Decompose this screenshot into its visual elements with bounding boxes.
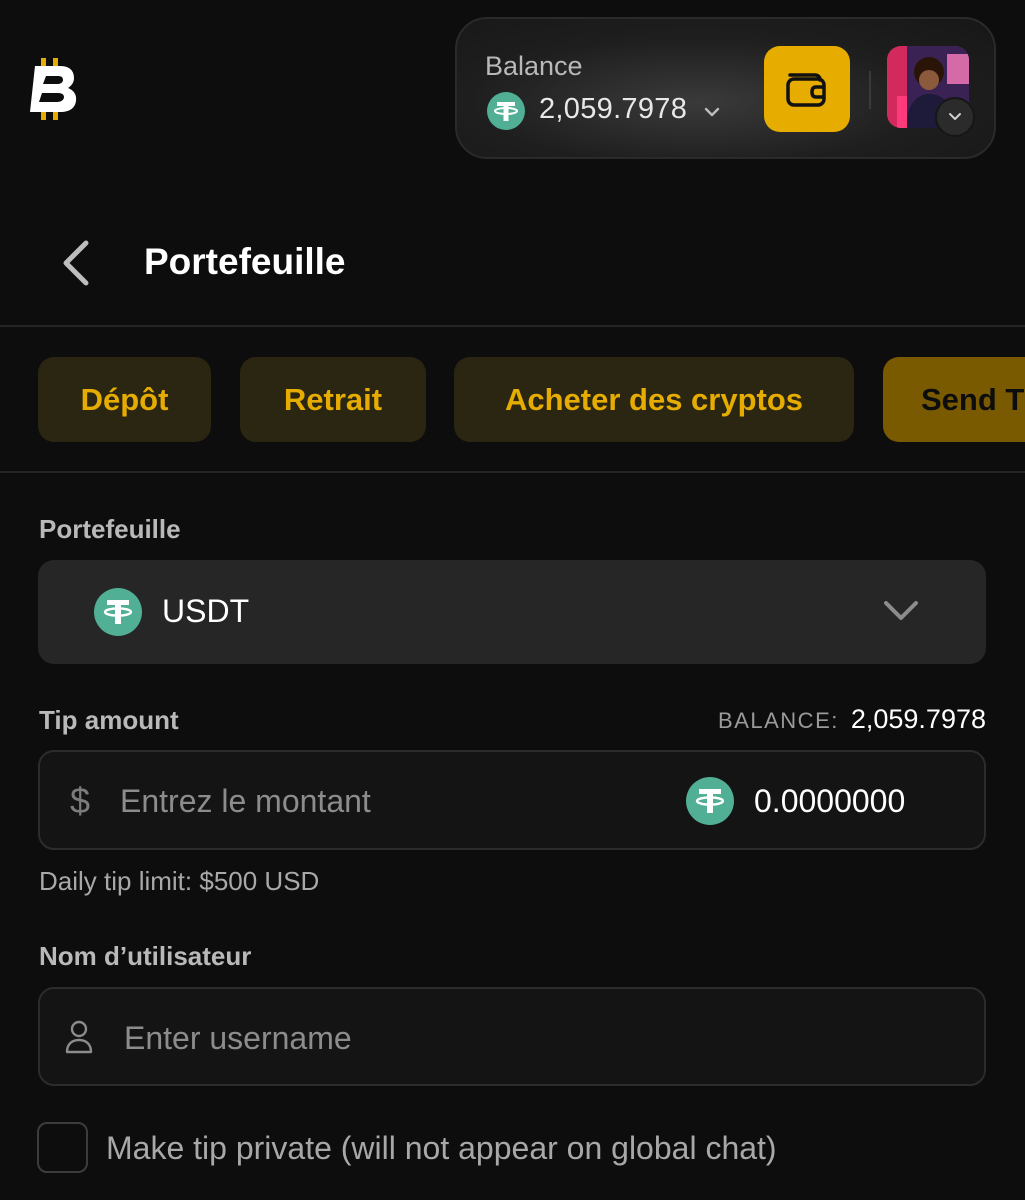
wallet-label: Portefeuille: [39, 514, 181, 544]
tab-send-tip[interactable]: Send T: [883, 357, 1025, 442]
private-tip-label[interactable]: Make tip private (will not appear on glo…: [106, 1130, 777, 1167]
balance-label: Balance: [485, 51, 583, 81]
inline-balance-label: BALANCE:: [718, 708, 839, 733]
tab-withdraw[interactable]: Retrait: [240, 357, 426, 442]
bitcoin-b-logo-icon[interactable]: [28, 58, 78, 120]
tip-amount-label: Tip amount: [39, 705, 179, 735]
balance-widget: Balance 2,059.7978: [455, 17, 996, 159]
header-divider: [869, 71, 871, 109]
wallet-icon: [786, 73, 826, 107]
private-tip-checkbox[interactable]: [37, 1122, 88, 1173]
tip-amount-field[interactable]: $ Entrez le montant 0.0000000: [38, 750, 986, 850]
tab-buy-crypto[interactable]: Acheter des cryptos: [454, 357, 854, 442]
username-label: Nom d’utilisateur: [39, 941, 252, 971]
wallet-selected-value: USDT: [162, 593, 250, 629]
tether-usdt-icon: [686, 777, 734, 825]
username-field[interactable]: Enter username: [38, 987, 986, 1086]
daily-limit-hint: Daily tip limit: $500 USD: [39, 866, 320, 896]
dollar-icon: $: [70, 780, 91, 821]
user-icon: [64, 1019, 94, 1055]
wallet-select[interactable]: USDT: [38, 560, 986, 664]
tether-usdt-icon: [487, 92, 525, 130]
crypto-amount-input[interactable]: 0.0000000: [754, 783, 905, 820]
inline-balance: BALANCE: 2,059.7978: [718, 704, 986, 735]
chevron-left-icon: [63, 240, 89, 286]
chevron-down-icon[interactable]: [701, 101, 723, 123]
username-input[interactable]: Enter username: [124, 1020, 352, 1057]
chevron-down-icon: [949, 113, 961, 120]
tether-usdt-icon: [94, 588, 142, 636]
chevron-down-icon: [882, 598, 920, 624]
balance-value[interactable]: 2,059.7978: [539, 93, 687, 126]
back-button[interactable]: [56, 238, 96, 288]
divider: [0, 471, 1025, 473]
divider: [0, 325, 1025, 327]
page-title: Portefeuille: [144, 241, 346, 282]
avatar-menu-chevron[interactable]: [935, 97, 975, 137]
amount-input[interactable]: Entrez le montant: [120, 783, 371, 820]
inline-balance-value: 2,059.7978: [850, 704, 986, 734]
wallet-tip-screen: Balance 2,059.7978 Portefeuille Dépôt Re…: [0, 0, 1025, 1200]
tab-deposit[interactable]: Dépôt: [38, 357, 211, 442]
wallet-button[interactable]: [764, 46, 850, 132]
